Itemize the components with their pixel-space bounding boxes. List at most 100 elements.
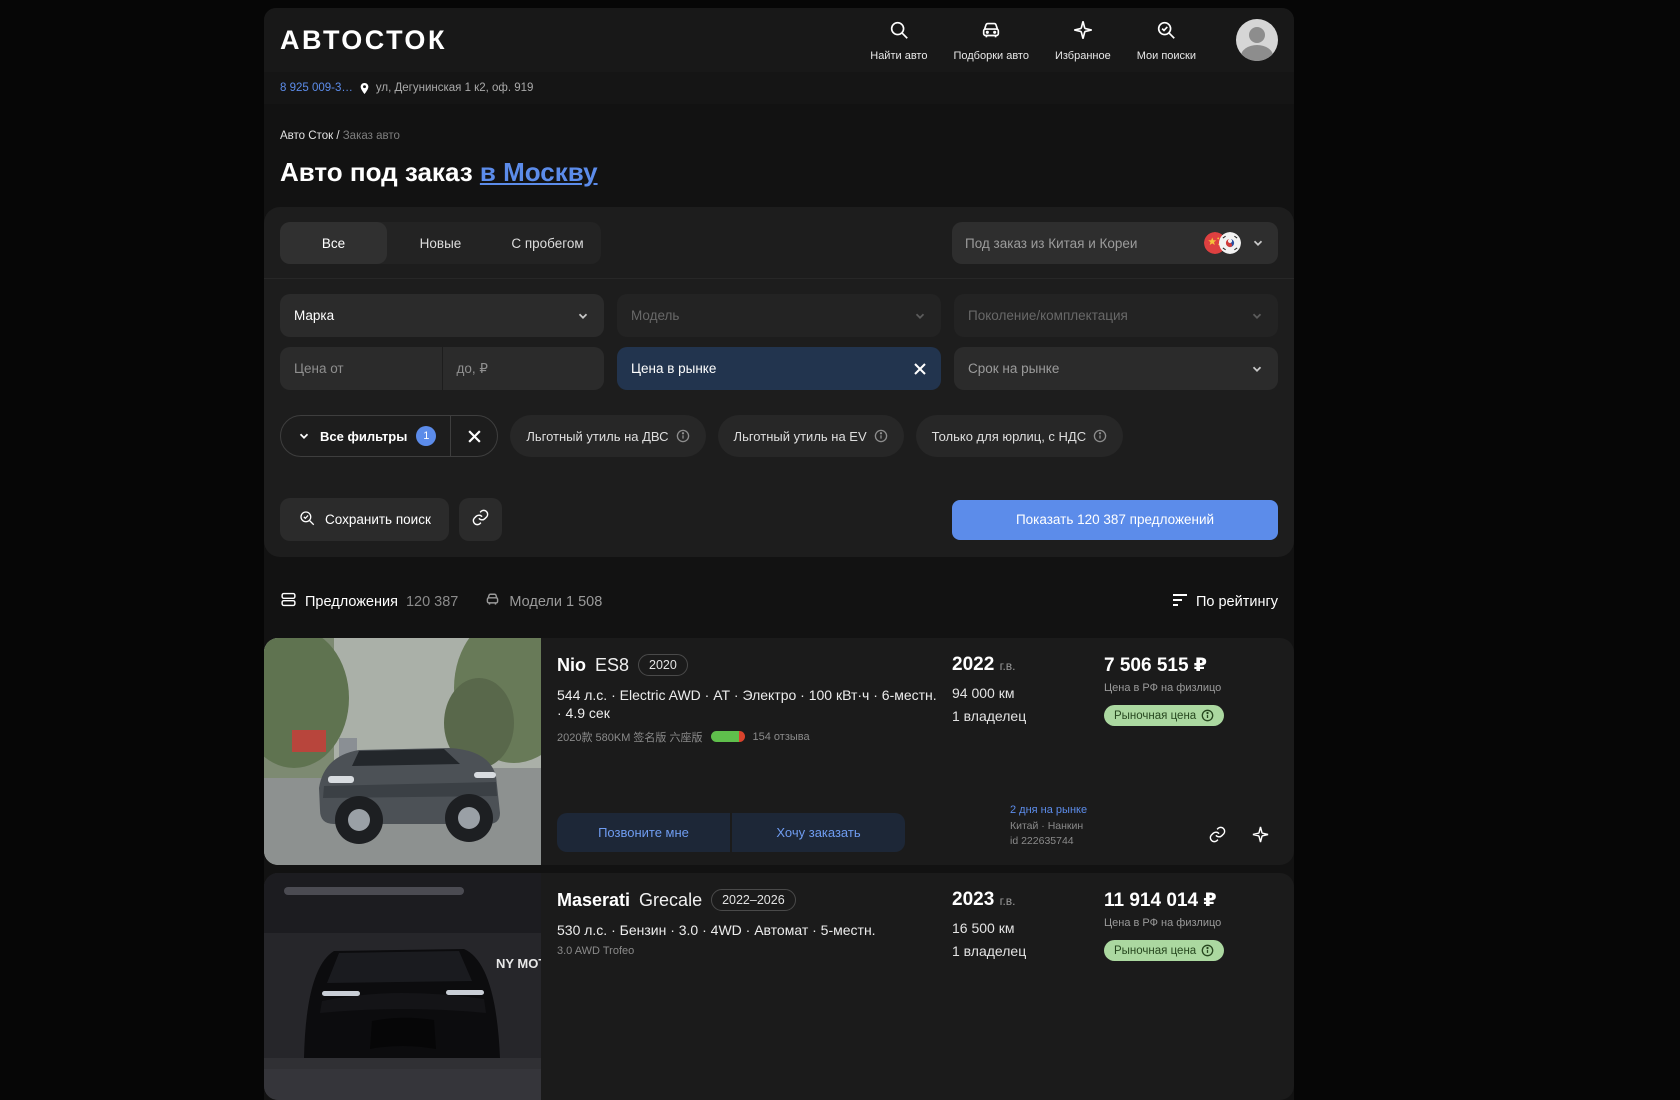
all-filters-label: Все фильтры [320, 428, 408, 444]
chip-label: Только для юрлиц, с НДС [931, 428, 1087, 444]
info-icon [874, 429, 887, 443]
save-search-button[interactable]: Сохранить поиск [280, 498, 449, 541]
search-check-icon [1155, 19, 1177, 46]
nav-favorites[interactable]: Избранное [1055, 19, 1111, 62]
chevron-down-icon [578, 313, 588, 319]
price-from-input[interactable]: Цена от [280, 347, 442, 390]
car-icon [484, 591, 501, 612]
korea-flag-icon [1219, 232, 1241, 254]
chip-label: Льготный утиль на ДВС [526, 428, 669, 444]
filters-count-badge: 1 [416, 426, 437, 446]
filter-panel: Все Новые С пробегом Под заказ из Китая … [264, 207, 1294, 557]
car-photo[interactable] [264, 638, 541, 865]
nav-label: Подборки авто [953, 49, 1029, 62]
model-select[interactable]: Модель [617, 294, 941, 337]
nav-label: Избранное [1054, 49, 1111, 62]
price-note: Цена в РФ на физлицо [1104, 682, 1222, 694]
price-range-group: Цена от до, ₽ [280, 347, 604, 390]
generation-select-label: Поколение/комплектация [968, 308, 1128, 323]
tab-all[interactable]: Все [280, 222, 387, 264]
phone-link[interactable]: 8 925 009-3… [280, 82, 353, 94]
sparkle-icon [1252, 826, 1269, 843]
market-price-badge[interactable]: Рыночная цена [1104, 705, 1225, 726]
car-mileage: 16 500 км [952, 920, 1015, 936]
card-mid-col: 2022 г.в. 94 000 км 1 владелец [952, 654, 1094, 745]
close-icon[interactable] [913, 362, 927, 376]
info-icon [1201, 944, 1214, 957]
sort-icon [1172, 593, 1188, 611]
copy-link-button[interactable] [458, 498, 502, 541]
contact-bar: 8 925 009-3… ул, Дегунинская 1 к2, оф. 9… [264, 72, 1294, 104]
header: АВТОСТОК Найти авто Подборки авто Избран… [264, 8, 1294, 72]
car-model[interactable]: Grecale [639, 890, 702, 911]
breadcrumb: Авто Сток / Заказ авто [280, 130, 1278, 142]
origin-select-value: Под заказ из Китая и Кореи [965, 235, 1138, 251]
nav-my-searches[interactable]: Мои поиски [1137, 19, 1196, 62]
card-price-col: 7 506 515 ₽ Цена в РФ на физлицо Рыночна… [1104, 654, 1276, 745]
car-specs: 544 л.с. · Electric AWD · АТ · Электро ·… [557, 687, 937, 722]
year-range-badge: 2022–2026 [711, 889, 796, 911]
card-icon-actions [1208, 825, 1276, 852]
offers-toggle[interactable]: Предложения 120 387 [280, 591, 458, 612]
market-term-select[interactable]: Срок на рынке [954, 347, 1278, 390]
info-icon [676, 429, 689, 443]
breadcrumb-root[interactable]: Авто Сток / [280, 130, 340, 142]
order-button[interactable]: Хочу заказать [732, 813, 905, 852]
info-icon [1201, 709, 1214, 722]
market-price-badge-label: Рыночная цена [1114, 944, 1197, 957]
chevron-down-icon [299, 433, 309, 439]
offers-count: 120 387 [405, 593, 459, 610]
all-filters-toggle[interactable]: Все фильтры 1 [281, 426, 450, 446]
car-icon [980, 19, 1002, 46]
nav-collections[interactable]: Подборки авто [953, 19, 1029, 62]
brand-select[interactable]: Марка [280, 294, 604, 337]
close-icon [468, 429, 481, 443]
clear-filters-button[interactable] [451, 416, 497, 456]
favorite-button[interactable] [1251, 825, 1270, 844]
model-select-label: Модель [631, 308, 680, 323]
chip-util-ice[interactable]: Льготный утиль на ДВС [510, 415, 706, 457]
share-link-button[interactable] [1208, 825, 1227, 844]
call-me-button[interactable]: Позвоните мне [557, 813, 730, 852]
car-price: 11 914 014 ₽ [1104, 890, 1217, 911]
flags [1204, 232, 1241, 254]
car-model[interactable]: ES8 [595, 655, 629, 676]
user-avatar[interactable] [1236, 19, 1278, 61]
chip-label: Льготный утиль на EV [733, 428, 867, 444]
year-range-badge: 2020 [638, 654, 688, 676]
condition-tabs: Все Новые С пробегом [280, 222, 601, 264]
breadcrumb-current: Заказ авто [342, 130, 400, 142]
link-icon [471, 508, 490, 532]
tab-used[interactable]: С пробегом [494, 222, 601, 264]
card-meta: 2 дня на рынке Китай · Нанкин id 2226357… [1010, 802, 1087, 852]
nav-find-auto[interactable]: Найти авто [870, 19, 927, 62]
nav-label: Найти авто [870, 49, 928, 62]
reviews-count: 154 отзыва [752, 730, 810, 743]
logo[interactable]: АВТОСТОК [280, 25, 447, 56]
brand-select-label: Марка [294, 308, 335, 323]
city-link[interactable]: в Москву [480, 157, 598, 187]
tab-new[interactable]: Новые [387, 222, 494, 264]
offers-label: Предложения [305, 593, 398, 610]
market-price-filter[interactable]: Цена в рынке [617, 347, 941, 390]
chevron-down-icon [1253, 240, 1263, 246]
generation-select[interactable]: Поколение/комплектация [954, 294, 1278, 337]
car-location: Китай · Нанкин [1010, 819, 1084, 832]
save-search-label: Сохранить поиск [325, 512, 431, 527]
sort-control[interactable]: По рейтингу [1172, 593, 1278, 611]
models-toggle[interactable]: Модели 1 508 [484, 591, 602, 612]
car-trim: 2020款 580KM 签名版 六座版 [557, 731, 703, 744]
page-title: Авто под заказ в Москву [280, 157, 1278, 188]
market-price-badge[interactable]: Рыночная цена [1104, 940, 1225, 961]
content-column: АВТОСТОК Найти авто Подборки авто Избран… [264, 8, 1294, 1100]
show-offers-button[interactable]: Показать 120 387 предложений [952, 499, 1278, 540]
car-brand[interactable]: Maserati [557, 890, 630, 911]
market-price-label: Цена в рынке [631, 361, 717, 376]
chip-legal-vat[interactable]: Только для юрлиц, с НДС [915, 415, 1124, 457]
info-icon [1093, 429, 1107, 443]
car-brand[interactable]: Nio [557, 655, 586, 676]
origin-select[interactable]: Под заказ из Китая и Кореи [952, 222, 1278, 264]
price-to-input[interactable]: до, ₽ [441, 347, 605, 390]
chip-util-ev[interactable]: Льготный утиль на EV [717, 415, 904, 457]
market-term-label: Срок на рынке [968, 361, 1060, 376]
